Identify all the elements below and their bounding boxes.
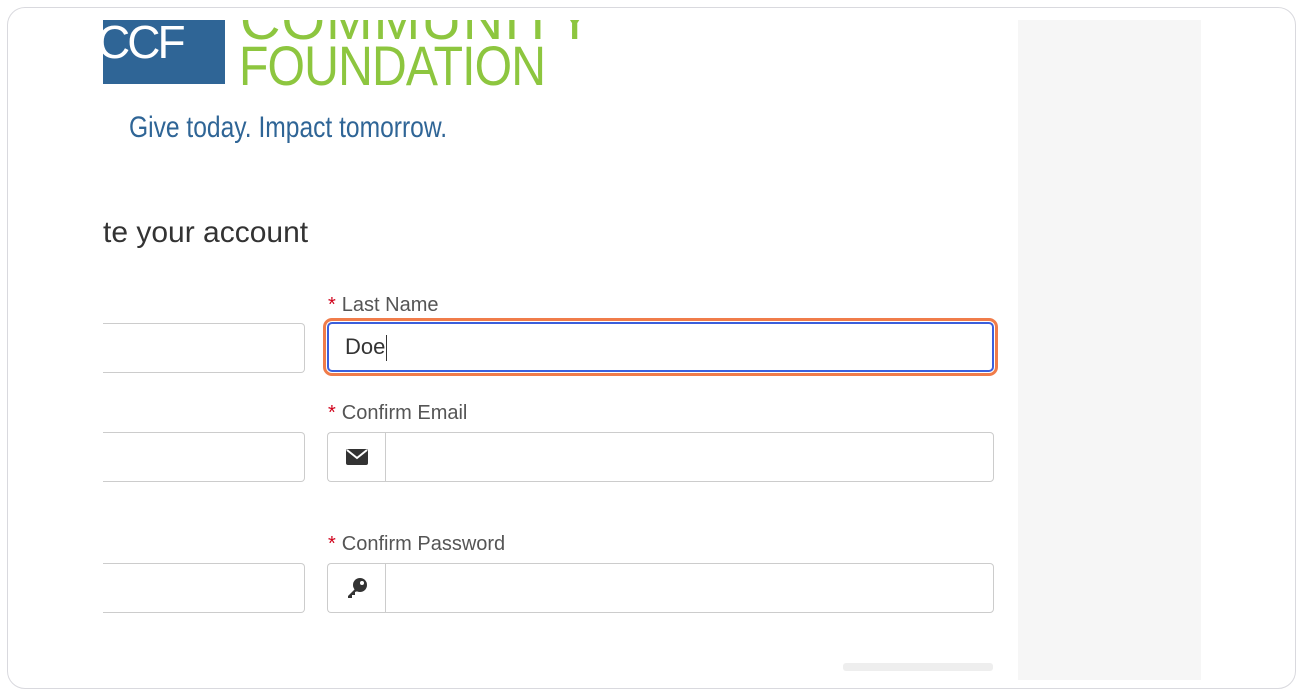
confirm-password-label: * Confirm Password xyxy=(328,532,505,556)
required-marker: * xyxy=(328,402,336,424)
confirm-email-label: * Confirm Email xyxy=(328,401,467,425)
page-viewport: CCF COMMUNITY FOUNDATION Give today. Imp… xyxy=(103,20,1201,680)
logo-initials: CCF xyxy=(103,20,186,68)
email-input[interactable] xyxy=(103,432,305,482)
confirm-email-label-text: Confirm Email xyxy=(341,402,468,424)
key-icon xyxy=(347,578,367,598)
required-marker: * xyxy=(328,533,336,555)
envelope-icon xyxy=(345,449,368,465)
required-marker: * xyxy=(328,294,336,316)
submit-button-edge xyxy=(843,663,993,671)
email-addon xyxy=(327,432,385,482)
page-title: te your account xyxy=(103,216,309,249)
last-name-label: * Last Name xyxy=(328,293,439,317)
first-name-input[interactable] xyxy=(103,323,305,373)
logo-wordmark: FOUNDATION xyxy=(239,34,546,97)
logo-mark: CCF xyxy=(103,20,225,84)
side-panel xyxy=(1018,20,1201,680)
last-name-value: Doe xyxy=(345,334,386,359)
text-caret xyxy=(386,335,388,362)
last-name-label-text: Last Name xyxy=(341,294,439,316)
password-addon xyxy=(327,563,385,613)
last-name-input[interactable]: Doe xyxy=(327,322,994,372)
confirm-password-input[interactable] xyxy=(385,563,994,613)
logo-tagline: Give today. Impact tomorrow. xyxy=(129,111,448,144)
screenshot-frame: CCF COMMUNITY FOUNDATION Give today. Imp… xyxy=(7,7,1296,689)
confirm-password-label-text: Confirm Password xyxy=(341,533,506,555)
password-input[interactable] xyxy=(103,563,305,613)
confirm-email-input[interactable] xyxy=(385,432,994,482)
